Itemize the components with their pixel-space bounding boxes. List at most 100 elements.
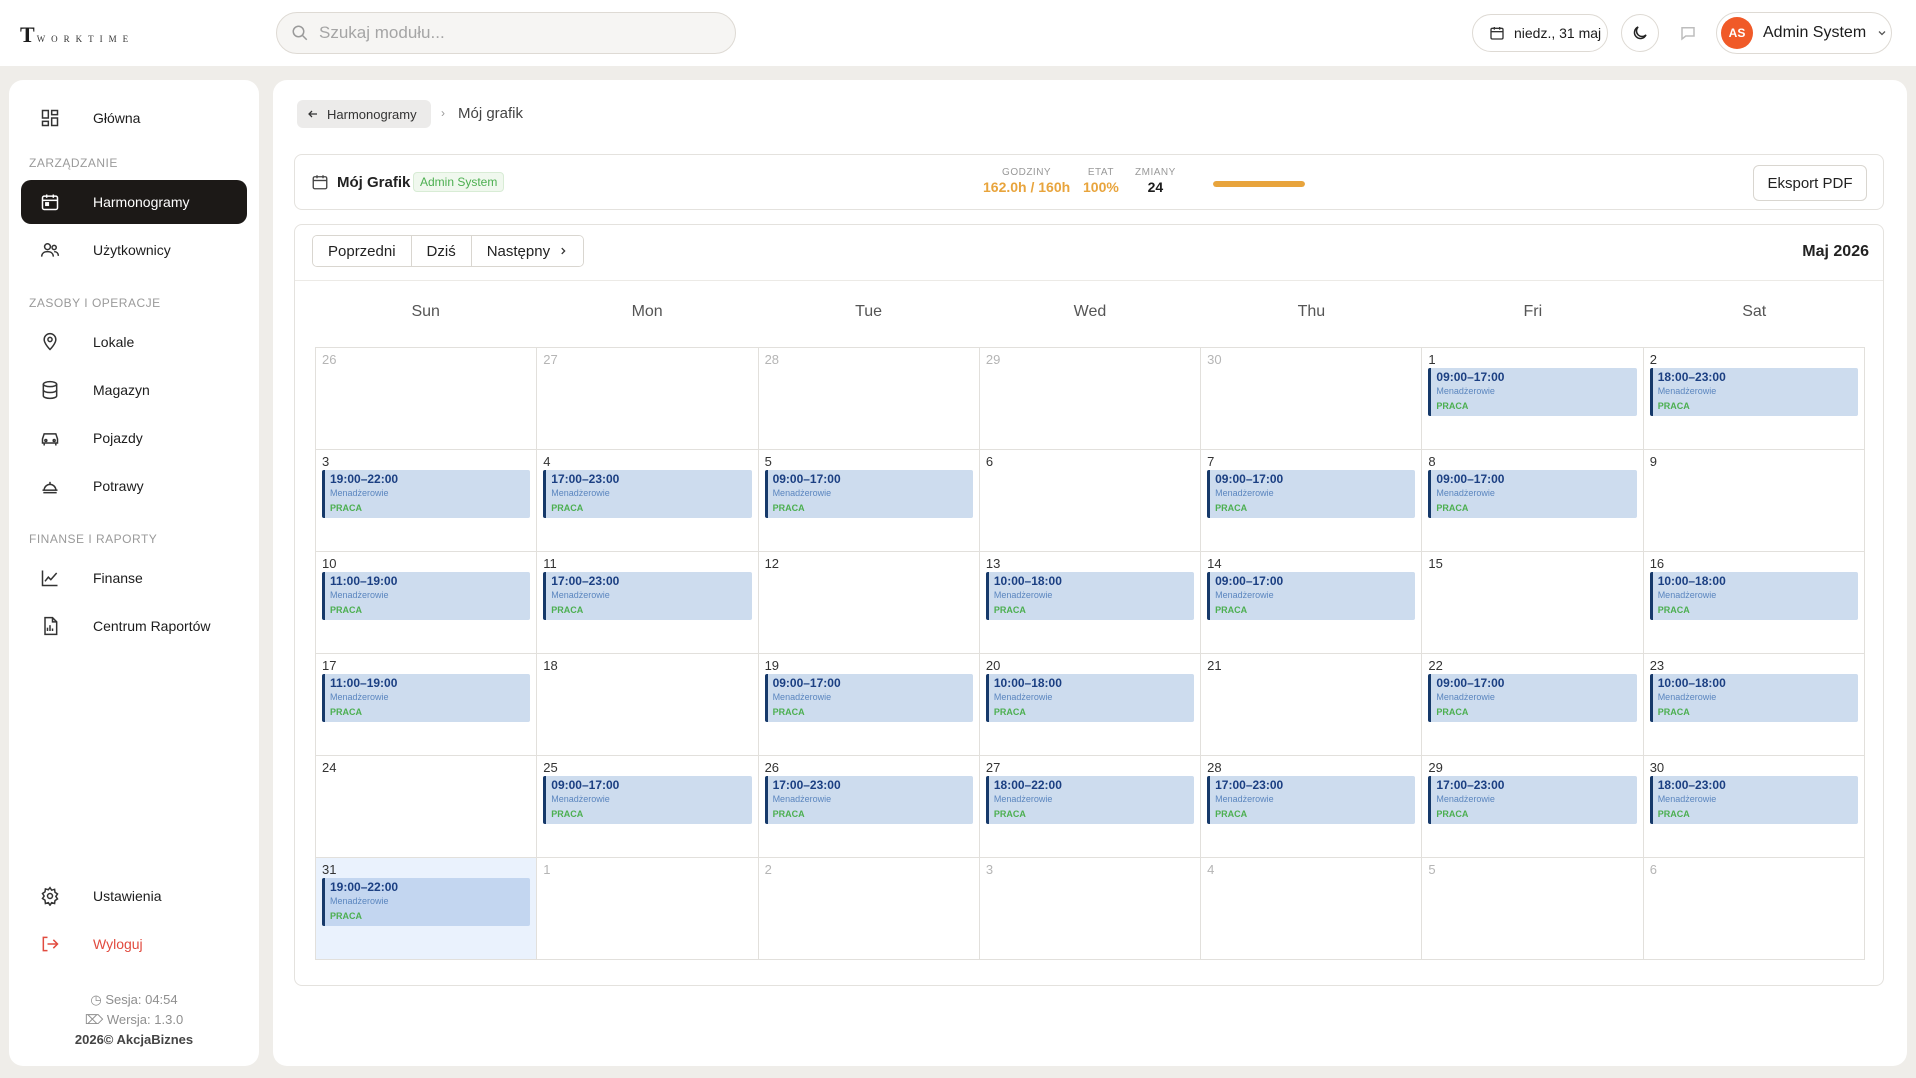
calendar-day[interactable]: 26 [316,348,538,450]
sidebar-item-users[interactable]: Użytkownicy [21,228,247,272]
export-pdf-button[interactable]: Eksport PDF [1753,165,1867,201]
calendar-day[interactable]: 13 10:00–18:00 Menadżerowie PRACA [979,552,1202,654]
shift-event[interactable]: 09:00–17:00 Menadżerowie PRACA [1207,470,1416,518]
shift-event[interactable]: 18:00–23:00 Menadżerowie PRACA [1649,368,1858,416]
calendar-day[interactable]: 27 18:00–22:00 Menadżerowie PRACA [979,756,1202,858]
calendar-day[interactable]: 31 19:00–22:00 Menadżerowie PRACA [316,858,538,960]
weekday-label: Sun [411,303,440,320]
shift-event[interactable]: 09:00–17:00 Menadżerowie PRACA [543,776,752,824]
calendar-day[interactable]: 14 09:00–17:00 Menadżerowie PRACA [1201,552,1423,654]
calendar-day[interactable]: 30 [1201,348,1423,450]
sidebar-item-settings[interactable]: Ustawienia [21,874,247,918]
calendar-day[interactable]: 24 [316,756,538,858]
calendar-day[interactable]: 12 [758,552,980,654]
shift-event[interactable]: 18:00–22:00 Menadżerowie PRACA [985,776,1195,824]
logout-button[interactable]: Wyloguj [21,922,247,966]
search-bar[interactable] [276,12,736,54]
day-number: 4 [1207,862,1215,877]
sidebar-item-dishes[interactable]: Potrawy [21,464,247,508]
shift-event[interactable]: 10:00–18:00 Menadżerowie PRACA [1649,572,1858,620]
breadcrumb-back-button[interactable]: Harmonogramy [297,100,431,128]
sidebar-item-reports[interactable]: Centrum Raportów [21,604,247,648]
calendar-day[interactable]: 6 [979,450,1202,552]
calendar-day[interactable]: 7 09:00–17:00 Menadżerowie PRACA [1201,450,1423,552]
theme-toggle-button[interactable] [1621,14,1659,52]
shift-event[interactable]: 10:00–18:00 Menadżerowie PRACA [985,572,1195,620]
calendar-day[interactable]: 11 17:00–23:00 Menadżerowie PRACA [537,552,759,654]
calendar-day[interactable]: 25 09:00–17:00 Menadżerowie PRACA [537,756,759,858]
shift-event[interactable]: 17:00–23:00 Menadżerowie PRACA [764,776,973,824]
breadcrumb-back-label: Harmonogramy [327,106,417,122]
shift-event[interactable]: 09:00–17:00 Menadżerowie PRACA [764,470,973,518]
prev-button[interactable]: Poprzedni [313,236,412,266]
calendar-day[interactable]: 15 [1422,552,1644,654]
sidebar-item-schedules[interactable]: Harmonogramy [21,180,247,224]
sidebar-item-vehicles[interactable]: Pojazdy [21,416,247,460]
calendar-day[interactable]: 20 10:00–18:00 Menadżerowie PRACA [979,654,1202,756]
calendar-day[interactable]: 23 10:00–18:00 Menadżerowie PRACA [1643,654,1865,756]
search-input[interactable] [319,23,699,43]
calendar-day[interactable]: 28 [758,348,980,450]
day-number: 14 [1207,556,1222,571]
shift-event[interactable]: 17:00–23:00 Menadżerowie PRACA [543,572,752,620]
shift-event[interactable]: 18:00–23:00 Menadżerowie PRACA [1649,776,1858,824]
shift-event[interactable]: 19:00–22:00 Menadżerowie PRACA [322,470,531,518]
user-menu[interactable]: AS Admin System [1716,12,1892,54]
shift-type: PRACA [1436,503,1469,513]
messages-button[interactable] [1669,14,1707,52]
calendar-day[interactable]: 8 09:00–17:00 Menadżerowie PRACA [1422,450,1644,552]
calendar-day[interactable]: 3 19:00–22:00 Menadżerowie PRACA [316,450,538,552]
current-date-button[interactable]: niedz., 31 maj [1472,14,1608,52]
next-button[interactable]: Następny [471,236,584,266]
calendar-day[interactable]: 29 [979,348,1202,450]
shift-role: Menadżerowie [551,794,610,804]
shift-event[interactable]: 19:00–22:00 Menadżerowie PRACA [322,878,531,926]
shift-event[interactable]: 11:00–19:00 Menadżerowie PRACA [322,572,531,620]
calendar-day[interactable]: 21 [1201,654,1423,756]
sidebar-item-finance[interactable]: Finanse [21,556,247,600]
sidebar-item-label: Użytkownicy [93,242,171,258]
calendar-day[interactable]: 4 17:00–23:00 Menadżerowie PRACA [537,450,759,552]
calendar-day[interactable]: 26 17:00–23:00 Menadżerowie PRACA [758,756,980,858]
shift-event[interactable]: 11:00–19:00 Menadżerowie PRACA [322,674,531,722]
calendar-day[interactable]: 30 18:00–23:00 Menadżerowie PRACA [1643,756,1865,858]
today-button[interactable]: Dziś [411,236,472,266]
calendar-day[interactable]: 19 09:00–17:00 Menadżerowie PRACA [758,654,980,756]
calendar-day[interactable]: 5 09:00–17:00 Menadżerowie PRACA [758,450,980,552]
calendar-day[interactable]: 10 11:00–19:00 Menadżerowie PRACA [316,552,538,654]
calendar-day[interactable]: 16 10:00–18:00 Menadżerowie PRACA [1643,552,1865,654]
calendar-day[interactable]: 2 18:00–23:00 Menadżerowie PRACA [1643,348,1865,450]
calendar-day[interactable]: 17 11:00–19:00 Menadżerowie PRACA [316,654,538,756]
shift-event[interactable]: 09:00–17:00 Menadżerowie PRACA [1207,572,1416,620]
calendar-day[interactable]: 9 [1643,450,1865,552]
day-number: 10 [322,556,337,571]
calendar-day[interactable]: 2 [758,858,980,960]
calendar-day[interactable]: 1 09:00–17:00 Menadżerowie PRACA [1422,348,1644,450]
sidebar-item-locations[interactable]: Lokale [21,320,247,364]
shift-event[interactable]: 10:00–18:00 Menadżerowie PRACA [1649,674,1858,722]
calendar-day[interactable]: 29 17:00–23:00 Menadżerowie PRACA [1422,756,1644,858]
calendar-day[interactable]: 1 [537,858,759,960]
sidebar-item-home[interactable]: Główna [21,96,247,140]
calendar-day[interactable]: 22 09:00–17:00 Menadżerowie PRACA [1422,654,1644,756]
calendar-day[interactable]: 6 [1643,858,1865,960]
calendar-day[interactable]: 27 [537,348,759,450]
shift-event[interactable]: 17:00–23:00 Menadżerowie PRACA [1428,776,1637,824]
calendar-day[interactable]: 18 [537,654,759,756]
sidebar: Główna ZARZĄDZANIE Harmonogramy Użytkown… [9,80,259,1066]
calendar-day[interactable]: 3 [979,858,1202,960]
shift-event[interactable]: 09:00–17:00 Menadżerowie PRACA [1428,674,1637,722]
shift-time: 10:00–18:00 [1657,676,1726,690]
calendar-day[interactable]: 5 [1422,858,1644,960]
shift-event[interactable]: 17:00–23:00 Menadżerowie PRACA [543,470,752,518]
shift-event[interactable]: 09:00–17:00 Menadżerowie PRACA [1428,470,1637,518]
calendar-day[interactable]: 28 17:00–23:00 Menadżerowie PRACA [1201,756,1423,858]
shift-event[interactable]: 09:00–17:00 Menadżerowie PRACA [764,674,973,722]
calendar-day[interactable]: 4 [1201,858,1423,960]
shift-event[interactable]: 10:00–18:00 Menadżerowie PRACA [985,674,1195,722]
shift-event[interactable]: 09:00–17:00 Menadżerowie PRACA [1428,368,1637,416]
app-logo[interactable]: T WORKTIME [20,22,134,48]
shift-event[interactable]: 17:00–23:00 Menadżerowie PRACA [1207,776,1416,824]
sidebar-item-warehouse[interactable]: Magazyn [21,368,247,412]
shift-role: Menadżerowie [1436,794,1495,804]
